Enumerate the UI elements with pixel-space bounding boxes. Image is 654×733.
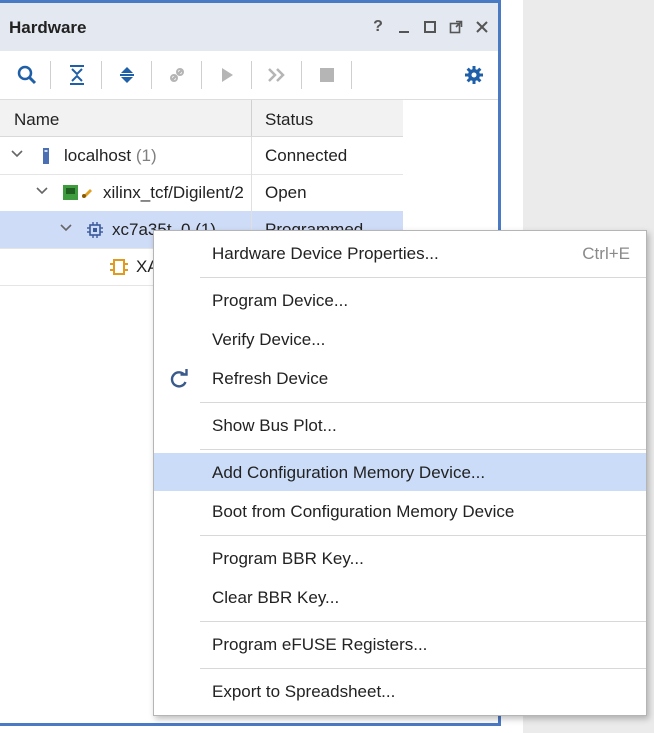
chevron-down-icon[interactable] [10, 147, 24, 161]
collapse-all-icon[interactable] [63, 61, 91, 89]
menu-separator [200, 402, 646, 403]
toolbar-divider [151, 61, 152, 89]
toolbar-divider [101, 61, 102, 89]
tree-node-status: Connected [265, 146, 348, 165]
run-icon[interactable] [213, 61, 241, 89]
toolbar-divider [351, 61, 352, 89]
menu-item-verify-device[interactable]: Verify Device... [154, 320, 646, 358]
column-divider[interactable] [251, 100, 252, 136]
menu-separator [200, 668, 646, 669]
window-controls: ? [370, 18, 490, 35]
tree-row-jtag-target[interactable]: xilinx_tcf/Digilent/2 Open [0, 174, 403, 212]
menu-item-program-efuse-registers[interactable]: Program eFUSE Registers... [154, 625, 646, 663]
menu-item-program-bbr-key[interactable]: Program BBR Key... [154, 539, 646, 577]
panel-title: Hardware [9, 18, 87, 37]
tree-node-count: (1) [135, 146, 157, 165]
xadc-icon [110, 259, 128, 275]
board-icon [63, 185, 92, 200]
menu-separator [200, 449, 646, 450]
auto-connect-icon[interactable] [163, 61, 191, 89]
maximize-icon[interactable] [422, 19, 438, 35]
search-icon[interactable] [13, 61, 41, 89]
server-icon [43, 148, 49, 164]
menu-item-export-to-spreadsheet[interactable]: Export to Spreadsheet... [154, 672, 646, 710]
settings-icon[interactable] [460, 61, 488, 89]
chevron-down-icon[interactable] [35, 184, 49, 198]
menu-item-program-device[interactable]: Program Device... [154, 281, 646, 319]
toolbar-divider [251, 61, 252, 89]
hardware-toolbar [0, 51, 498, 100]
column-header-name[interactable]: Name [14, 110, 59, 130]
menu-item-refresh-device[interactable]: Refresh Device [154, 359, 646, 397]
refresh-icon [170, 369, 188, 388]
menu-item-hardware-device-properties[interactable]: Hardware Device Properties... Ctrl+E [154, 234, 646, 272]
menu-separator [200, 535, 646, 536]
menu-item-clear-bbr-key[interactable]: Clear BBR Key... [154, 578, 646, 616]
menu-item-show-bus-plot[interactable]: Show Bus Plot... [154, 406, 646, 444]
toolbar-divider [301, 61, 302, 89]
column-header-status[interactable]: Status [265, 110, 313, 130]
menu-item-add-configuration-memory-device[interactable]: Add Configuration Memory Device... [154, 453, 646, 491]
minimize-icon[interactable] [396, 19, 412, 35]
chip-icon [87, 222, 103, 238]
shortcut-label: Ctrl+E [582, 244, 630, 263]
float-icon[interactable] [448, 19, 464, 35]
help-icon[interactable]: ? [370, 18, 386, 35]
expand-all-icon[interactable] [113, 61, 141, 89]
tree-row-localhost[interactable]: localhost (1) Connected [0, 137, 403, 175]
menu-separator [200, 277, 646, 278]
stop-icon[interactable] [313, 61, 341, 89]
chevron-down-icon[interactable] [59, 221, 73, 235]
tree-node-label: xilinx_tcf/Digilent/2 [103, 183, 244, 202]
menu-separator [200, 621, 646, 622]
close-icon[interactable] [474, 19, 490, 35]
toolbar-divider [50, 61, 51, 89]
toolbar-divider [201, 61, 202, 89]
context-menu: Hardware Device Properties... Ctrl+E Pro… [153, 230, 647, 716]
tree-node-label: localhost [64, 146, 132, 165]
skip-icon[interactable] [263, 61, 291, 89]
menu-item-boot-from-configuration-memory-device[interactable]: Boot from Configuration Memory Device [154, 492, 646, 530]
tree-node-status: Open [265, 183, 307, 202]
tree-header: Name Status [0, 100, 403, 137]
panel-title-bar: Hardware ? [0, 3, 498, 51]
